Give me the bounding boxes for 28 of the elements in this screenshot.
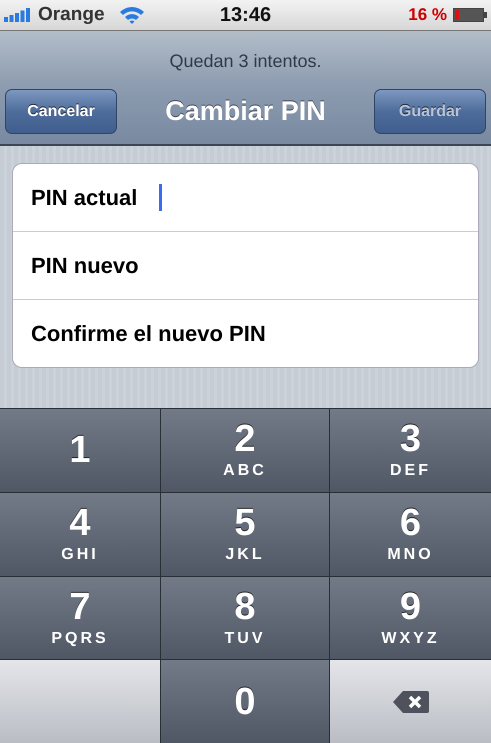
digit-key[interactable]: 3 DEF <box>330 409 491 492</box>
field-label: PIN nuevo <box>31 252 139 278</box>
field-label: PIN actual <box>31 184 138 210</box>
text-cursor <box>159 184 162 211</box>
pin-field[interactable]: PIN nuevo <box>13 231 478 299</box>
digit-key[interactable]: 8 TUV <box>161 576 329 660</box>
digit-key[interactable]: 0 <box>161 660 329 743</box>
pin-field[interactable]: Confirme el nuevo PIN <box>13 299 478 367</box>
battery-percent: 16 % <box>408 5 447 25</box>
digit-key[interactable]: 6 MNO <box>330 492 491 576</box>
attempts-prompt: Quedan 3 intentos. <box>168 50 323 73</box>
backspace-icon <box>392 690 428 714</box>
cancel-button[interactable]: Cancelar <box>5 89 117 134</box>
delete-key[interactable] <box>330 660 491 743</box>
digit-key[interactable]: 5 JKL <box>161 492 329 576</box>
digit-key[interactable]: 1 <box>0 409 160 492</box>
wifi-icon <box>118 6 145 24</box>
clock-time: 13:46 <box>220 4 272 26</box>
digit-key[interactable]: 2 ABC <box>161 409 329 492</box>
screen-title: Cambiar PIN <box>165 96 326 127</box>
signal-icon <box>4 8 32 22</box>
battery-icon <box>453 8 487 22</box>
digit-key[interactable]: 4 GHI <box>0 492 160 576</box>
digit-key[interactable]: 9 WXYZ <box>330 576 491 660</box>
digit-key[interactable]: 7 PQRS <box>0 576 160 660</box>
carrier-name: Orange <box>38 4 105 26</box>
field-label: Confirme el nuevo PIN <box>31 320 266 346</box>
pin-field[interactable]: PIN actual <box>13 164 478 231</box>
